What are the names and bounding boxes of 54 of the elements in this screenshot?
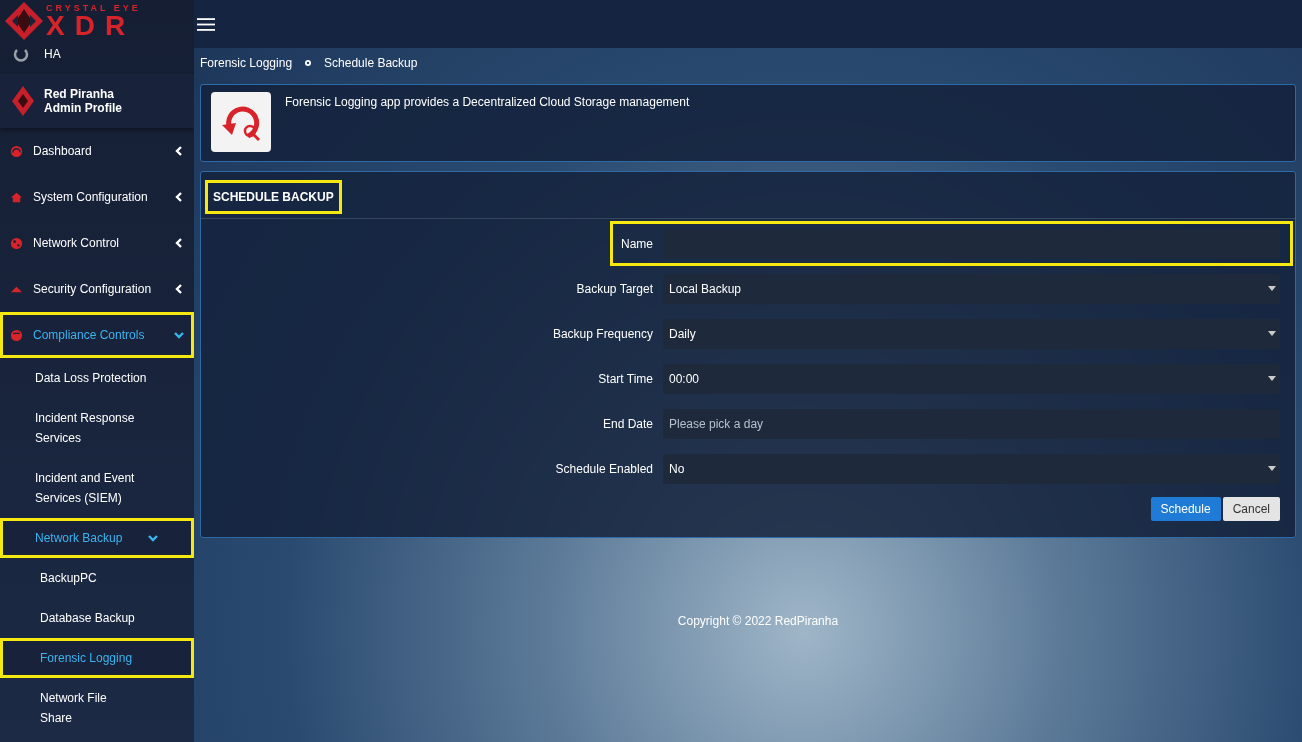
sidebar-item[interactable]: Forensic Logging (0, 638, 194, 678)
profile-logo-icon (12, 86, 34, 116)
profile-name: Red Piranha (44, 87, 116, 101)
logo-wordmark: XDR (46, 12, 136, 39)
field-label: Backup Target (575, 281, 653, 296)
app-description: Forensic Logging app provides a Decentralized Cloud Storage management (285, 95, 690, 109)
sidebar-item[interactable]: Security Configuration (0, 266, 194, 312)
copyright-text: Copyright © 2022 RedPiranha (676, 614, 840, 628)
sidebar-item[interactable]: Compliance Controls (0, 312, 194, 358)
sidebar-item[interactable]: Network File Share (0, 678, 194, 738)
chevron-down-icon (173, 329, 185, 341)
select-field[interactable]: 00:00 (663, 363, 1280, 394)
gauge-icon (10, 144, 23, 158)
caret-icon (1268, 466, 1276, 471)
sidebar-item[interactable]: Network Control (0, 220, 194, 266)
sidebar-item[interactable]: Incident and Event Services (SIEM) (0, 458, 194, 518)
sidebar-item[interactable]: Incident Response Services (0, 398, 194, 458)
profile-role: Admin Profile (44, 101, 122, 115)
chevron-down-icon (147, 532, 159, 544)
sidebar-item[interactable]: BackupPC (0, 558, 194, 598)
field-label: Name (620, 236, 653, 251)
select-field[interactable]: Local Backup (663, 273, 1280, 304)
schedule-button[interactable]: Schedule (1150, 497, 1221, 521)
breadcrumb-link[interactable]: Schedule Backup (324, 56, 418, 70)
field-label: Start Time (597, 371, 653, 386)
breadcrumb-link[interactable]: Forensic Logging (200, 56, 293, 70)
chevron-left-icon (173, 283, 185, 295)
logo-tagline: CRYSTAL EYE (46, 3, 141, 13)
logo-diamond-icon (4, 1, 44, 41)
badge-icon (10, 328, 23, 342)
date-input-field[interactable]: Please pick a day (663, 408, 1280, 439)
globe-icon (10, 236, 23, 250)
sidebar-item[interactable]: Database Backup (0, 598, 194, 638)
chevron-left-icon (173, 191, 185, 203)
sidebar-item[interactable]: Data Loss Protection (0, 358, 194, 398)
menu-icon[interactable] (197, 16, 215, 32)
select-field[interactable]: Daily (663, 318, 1280, 349)
field-label: Backup Frequency (551, 326, 653, 341)
bullet-icon (304, 59, 313, 67)
sidebar-item[interactable]: Network Backup (0, 518, 194, 558)
ha-label[interactable]: HA (44, 47, 61, 61)
field-label: End Date (601, 416, 653, 431)
field-label: Schedule Enabled (554, 461, 653, 476)
sidebar-item[interactable]: System Configuration (0, 174, 194, 220)
caret-icon (1268, 331, 1276, 336)
chevron-left-icon (173, 145, 185, 157)
chevron-left-icon (173, 237, 185, 249)
caret-icon (1268, 376, 1276, 381)
cancel-button[interactable]: Cancel (1222, 497, 1280, 521)
caret-icon (1268, 286, 1276, 291)
form-title: SCHEDULE BACKUP (205, 180, 342, 214)
home-icon (10, 190, 23, 204)
select-field[interactable]: No (663, 453, 1280, 484)
sidebar-item[interactable]: Dashboard (0, 128, 194, 174)
